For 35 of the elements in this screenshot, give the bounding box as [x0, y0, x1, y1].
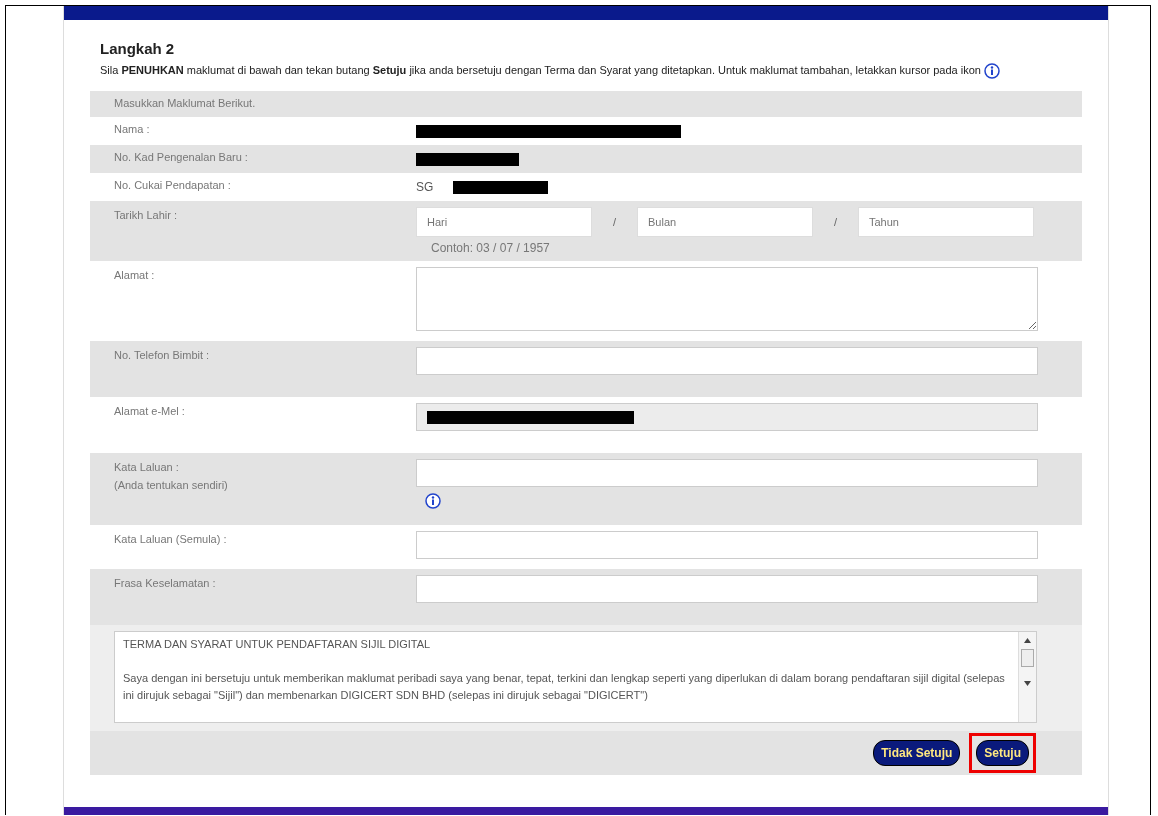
date-separator: / — [611, 216, 618, 229]
date-field[interactable]: Hari — [416, 207, 592, 238]
terms-box[interactable] — [114, 631, 1037, 724]
date-field[interactable]: Tahun — [858, 207, 1034, 238]
form-button[interactable]: Setuju — [976, 740, 1029, 767]
step-title: Langkah 2 — [100, 40, 176, 57]
instruction-text: Sila PENUHKAN maklumat di bawah dan tekan butang Setuju jika anda bersetuju dengan Terma dan Syarat yang ditetapkan. Untuk maklumat tambahan, letakkan kursor pada ikon — [100, 64, 981, 76]
field-label: Nama : — [114, 123, 151, 136]
field-label: Tarikh Lahir : — [114, 209, 178, 222]
field-label: Alamat : — [114, 269, 156, 282]
form-button[interactable]: Tidak Setuju — [873, 740, 961, 767]
field-sublabel: (Anda tentukan sendiri) — [114, 479, 229, 492]
terms-title: TERMA DAN SYARAT UNTUK PENDAFTARAN SIJIL DIGITAL — [123, 637, 432, 653]
input-field[interactable] — [416, 575, 1038, 604]
field-label: No. Cukai Pendapatan : — [114, 179, 232, 192]
field-label: Kata Laluan (Semula) : — [114, 533, 228, 546]
field-label: Frasa Keselamatan : — [114, 577, 217, 590]
field-label: No. Telefon Bimbit : — [114, 349, 211, 362]
scrollbar-drawing[interactable] — [1018, 632, 1036, 723]
input-field[interactable] — [416, 347, 1038, 376]
field-label: No. Kad Pengenalan Baru : — [114, 151, 249, 164]
field-label: Kata Laluan : — [114, 461, 180, 474]
info-icon[interactable] — [983, 63, 1000, 80]
input-field[interactable] — [416, 459, 1038, 488]
field-label: Alamat e-Mel : — [114, 405, 186, 418]
address-field[interactable] — [416, 267, 1038, 332]
date-separator: / — [832, 216, 839, 229]
input-field[interactable] — [416, 531, 1038, 560]
date-field[interactable]: Bulan — [637, 207, 813, 238]
value-prefix: SG — [416, 180, 434, 195]
terms-body: Saya dengan ini bersetuju untuk memberikan maklumat peribadi saya yang benar, tepat, terkini dan lengkap seperti yang diperlukan di dalam borang pendaftaran sijil digital (selepas ini dirujuk sebagai "Sijil") dan membenarkan DIGICERT SDN BHD (selepas ini dirujuk sebagai "DIGICERT") — [123, 671, 1006, 704]
form-heading: Masukkan Maklumat Berikut. — [114, 97, 257, 110]
date-hint: Contoh: 03 / 07 / 1957 — [430, 241, 551, 256]
info-icon[interactable] — [425, 492, 441, 509]
email-field[interactable] — [416, 403, 1038, 432]
